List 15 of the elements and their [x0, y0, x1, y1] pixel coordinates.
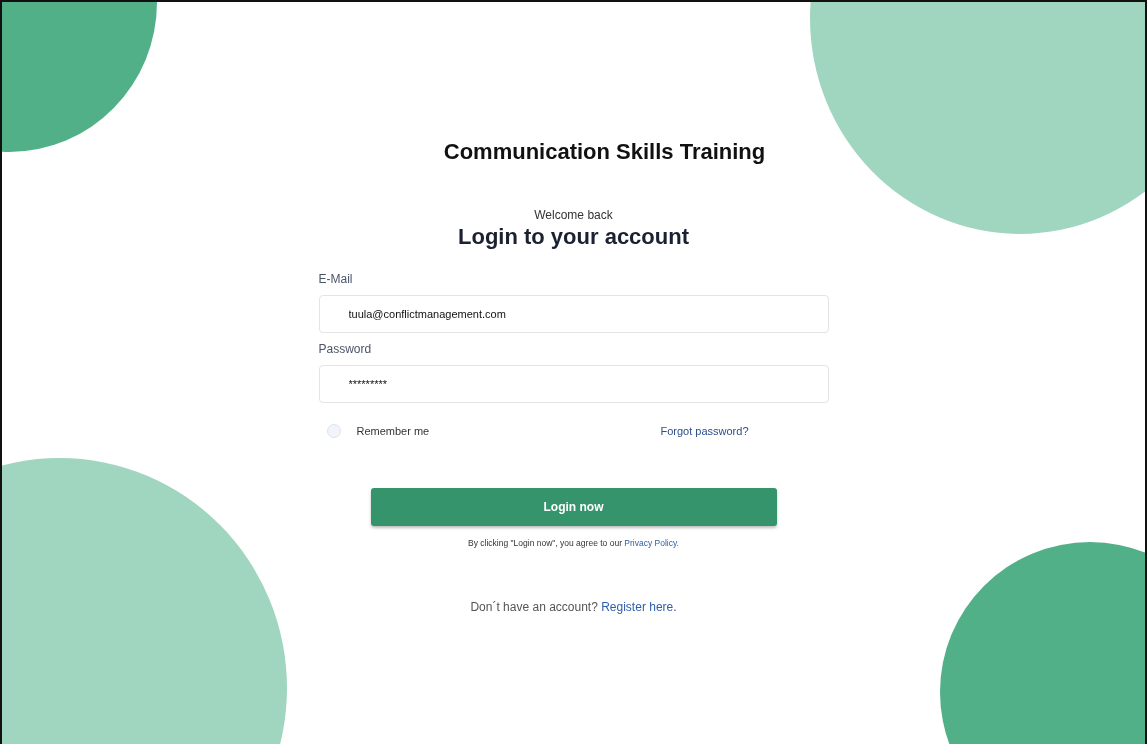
welcome-text: Welcome back — [534, 208, 613, 222]
login-button[interactable]: Login now — [370, 488, 777, 526]
remember-label: Remember me — [356, 425, 430, 437]
forgot-password-link[interactable]: Forgot password? — [660, 425, 749, 437]
register-text: Don´t have an account? Register here. — [470, 600, 677, 614]
field-label: Password — [318, 342, 373, 356]
field-label: E-Mail — [318, 272, 354, 286]
app-title: Communication Skills Training — [443, 138, 766, 166]
privacy-link[interactable]: Privacy Policy. — [624, 538, 679, 548]
remember-checkbox[interactable] — [326, 424, 341, 438]
input-field[interactable]: tuula@conflictmanagement.com — [318, 295, 829, 333]
register-link[interactable]: Register here. — [601, 600, 677, 614]
input-field[interactable]: ********* — [318, 365, 829, 403]
terms-text: By clicking "Login now", you agree to our Privacy Policy. — [468, 538, 679, 548]
login-heading: Login to your account — [458, 224, 689, 250]
